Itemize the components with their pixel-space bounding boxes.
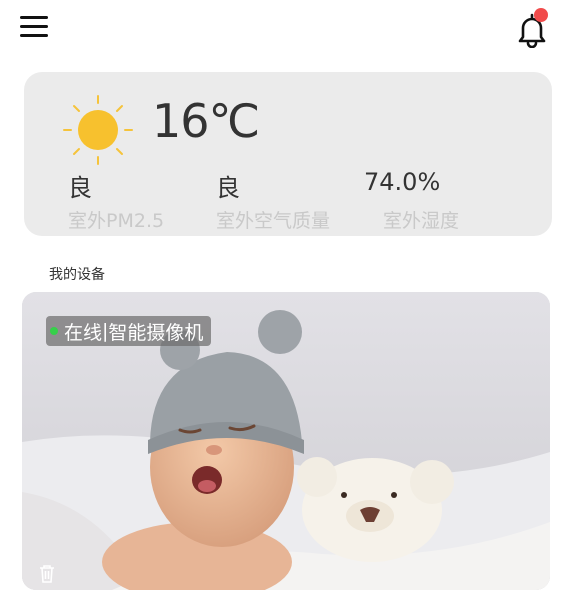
pm25-label: 室外PM2.5 xyxy=(68,210,165,232)
hamburger-menu-icon[interactable] xyxy=(18,12,52,42)
device-status-text: 在线 xyxy=(64,321,103,344)
menu-line xyxy=(20,25,48,28)
trash-icon[interactable] xyxy=(38,564,56,584)
device-status-label: 在线 | 智能摄像机 xyxy=(46,316,212,346)
home-screen: 16℃ 良 室外PM2.5 良 室外空气质量 74.0% 室外湿度 我的设备 在… xyxy=(0,0,570,600)
humidity-label: 室外湿度 xyxy=(383,210,460,232)
device-name: 智能摄像机 xyxy=(108,321,204,344)
notification-button[interactable] xyxy=(512,6,556,50)
menu-line xyxy=(20,16,48,19)
online-status-dot xyxy=(50,327,58,335)
temperature: 16℃ xyxy=(152,94,260,148)
air-quality-label: 室外空气质量 xyxy=(216,210,331,232)
top-bar xyxy=(0,0,570,60)
sun-icon xyxy=(63,95,133,165)
weather-card: 16℃ 良 室外PM2.5 良 室外空气质量 74.0% 室外湿度 xyxy=(24,72,552,236)
humidity-value: 74.0% xyxy=(364,168,441,196)
section-title: 我的设备 xyxy=(49,267,105,283)
menu-line xyxy=(20,34,48,37)
pm25-value: 良 xyxy=(68,174,92,202)
air-quality-value: 良 xyxy=(216,174,240,202)
notification-badge xyxy=(534,8,548,22)
device-card-camera[interactable]: 在线 | 智能摄像机 xyxy=(22,292,550,590)
